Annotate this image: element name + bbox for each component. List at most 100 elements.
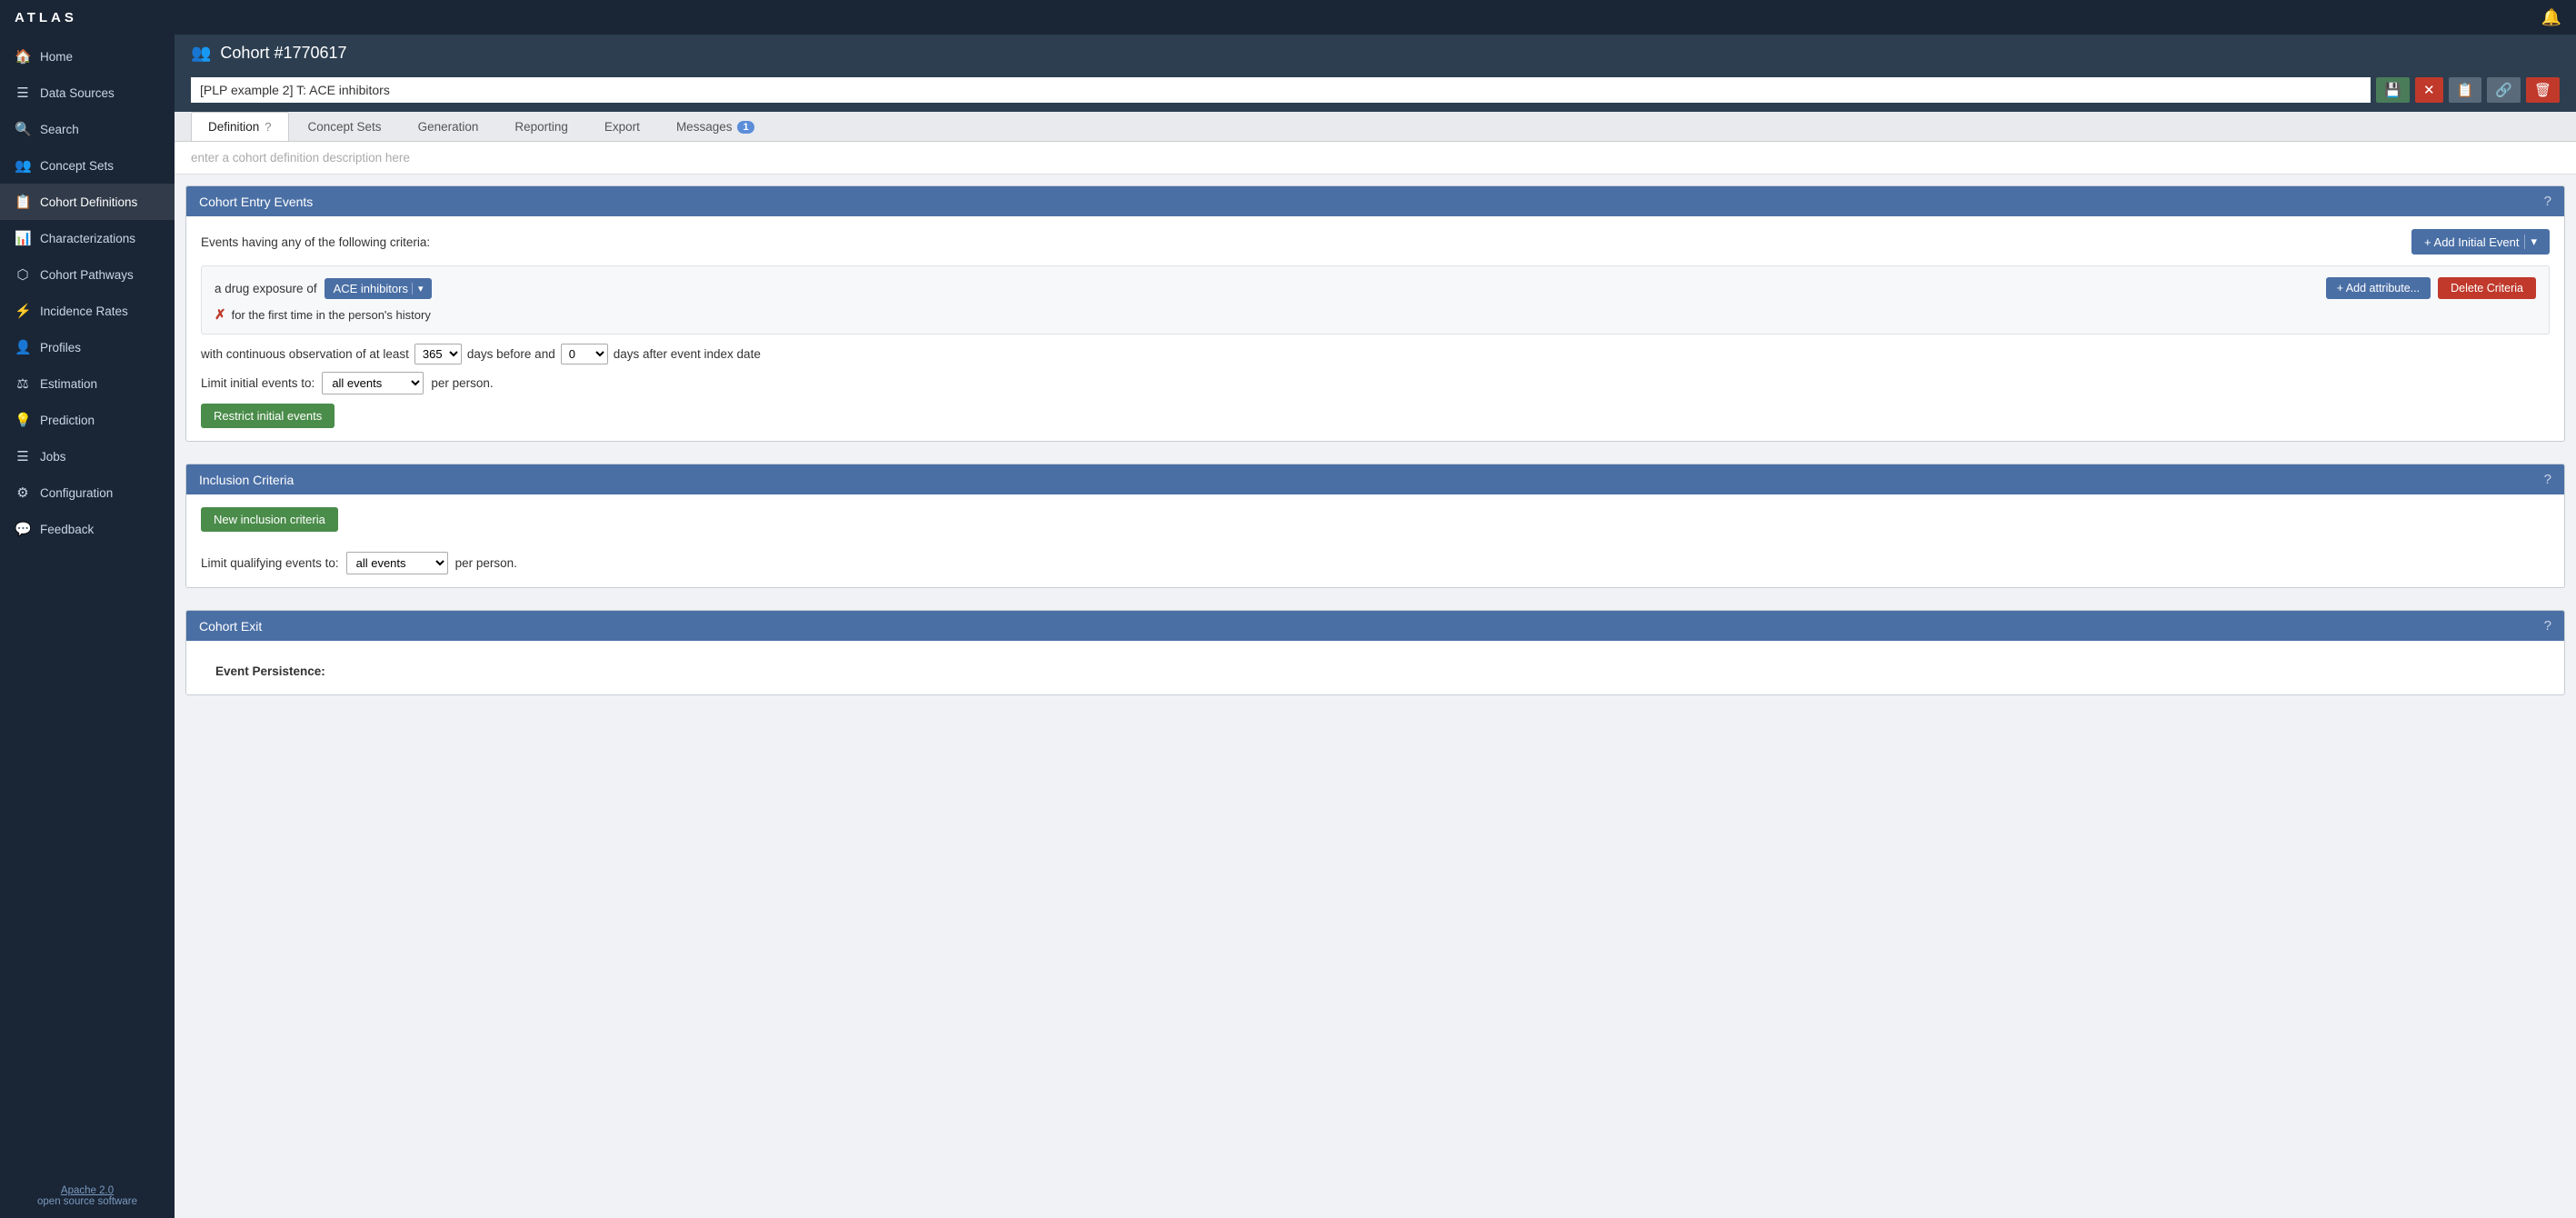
sidebar-label-search: Search	[40, 123, 79, 136]
sidebar-icon-incidence-rates: ⚡	[15, 303, 31, 319]
open-source-label: open source software	[37, 1196, 137, 1207]
cohort-entry-help-icon[interactable]: ?	[2544, 194, 2551, 209]
tabs-bar: Definition?Concept SetsGenerationReporti…	[175, 112, 2576, 142]
concept-tag[interactable]: ACE inhibitors ▾	[324, 278, 433, 299]
sidebar-item-jobs[interactable]: ☰ Jobs	[0, 438, 175, 474]
close-button[interactable]: ✕	[2415, 77, 2443, 103]
atlas-logo: ATLAS	[15, 10, 77, 25]
sidebar-item-prediction[interactable]: 💡Prediction	[0, 402, 175, 438]
sidebar-item-feedback[interactable]: 💬 Feedback	[0, 511, 175, 547]
inclusion-criteria-help-icon[interactable]: ?	[2544, 472, 2551, 487]
description-area[interactable]: enter a cohort definition description he…	[175, 142, 2576, 175]
red-x-icon: ✗	[215, 306, 226, 323]
sidebar-item-data-sources[interactable]: ☰Data Sources	[0, 75, 175, 111]
inclusion-criteria-section: Inclusion Criteria ? New inclusion crite…	[185, 464, 2565, 588]
tab-generation[interactable]: Generation	[401, 112, 496, 141]
cohort-exit-header: Cohort Exit ?	[186, 611, 2564, 641]
sidebar-label-jobs: Jobs	[40, 450, 66, 464]
sidebar-item-search[interactable]: 🔍Search	[0, 111, 175, 147]
sidebar-label-feedback: Feedback	[40, 523, 94, 536]
inclusion-criteria-body: New inclusion criteria Limit qualifying …	[186, 494, 2564, 587]
add-attribute-button[interactable]: + Add attribute...	[2326, 277, 2431, 299]
sidebar-icon-jobs: ☰	[15, 448, 31, 464]
concept-tag-label: ACE inhibitors	[334, 282, 408, 295]
tab-concept-sets[interactable]: Concept Sets	[291, 112, 399, 141]
apache-license-link[interactable]: Apache 2.0	[61, 1185, 114, 1196]
limit-events-select[interactable]: all events earliest event latest event	[322, 372, 424, 394]
add-initial-dropdown-arrow: ▾	[2524, 235, 2537, 249]
new-inclusion-criteria-button[interactable]: New inclusion criteria	[201, 507, 338, 532]
delete-criteria-button[interactable]: Delete Criteria	[2438, 277, 2536, 299]
obs-label-before: with continuous observation of at least	[201, 347, 409, 361]
add-initial-event-button[interactable]: + Add Initial Event ▾	[2411, 229, 2550, 255]
tab-badge-messages: 1	[737, 121, 754, 134]
limit-label: Limit initial events to:	[201, 376, 315, 390]
days-before-select[interactable]: 365 180 0	[414, 344, 462, 364]
qualify-row: Limit qualifying events to: all events e…	[201, 552, 2550, 574]
tab-label-messages: Messages	[676, 120, 733, 134]
observation-row: with continuous observation of at least …	[201, 344, 2550, 364]
sidebar-item-profiles[interactable]: 👤Profiles	[0, 329, 175, 365]
obs-label-after: days after event index date	[614, 347, 761, 361]
tab-export[interactable]: Export	[587, 112, 657, 141]
topbar: ATLAS 🔔	[0, 0, 2576, 35]
sidebar-item-configuration[interactable]: ⚙ Configuration	[0, 474, 175, 511]
tab-help-icon[interactable]: ?	[265, 120, 271, 134]
link-button[interactable]: 🔗	[2487, 77, 2521, 103]
tab-label-definition: Definition	[208, 120, 259, 134]
sidebar-label-characterizations: Characterizations	[40, 232, 135, 245]
limit-row: Limit initial events to: all events earl…	[201, 372, 2550, 394]
tab-messages[interactable]: Messages 1	[659, 112, 772, 141]
criteria-sub-row: ✗ for the first time in the person's his…	[215, 306, 2536, 323]
sidebar-item-concept-sets[interactable]: 👥 Concept Sets	[0, 147, 175, 184]
days-after-select[interactable]: 0 30 365	[561, 344, 608, 364]
concept-tag-dropdown-icon: ▾	[412, 283, 424, 295]
qualify-label: Limit qualifying events to:	[201, 556, 339, 570]
sidebar-label-home: Home	[40, 50, 73, 64]
tab-label-export: Export	[604, 120, 640, 134]
inclusion-criteria-header: Inclusion Criteria ?	[186, 464, 2564, 494]
cohort-name-input[interactable]	[191, 77, 2371, 103]
tab-label-reporting: Reporting	[514, 120, 568, 134]
sidebar-icon-configuration: ⚙	[15, 484, 31, 501]
cohort-entry-section: Cohort Entry Events ? Events having any …	[185, 185, 2565, 442]
sidebar-item-characterizations[interactable]: 📊 Characterizations	[0, 220, 175, 256]
copy-button[interactable]: 📋	[2449, 77, 2482, 103]
sidebar-label-profiles: Profiles	[40, 341, 81, 354]
criteria-description: a drug exposure of ACE inhibitors ▾	[215, 278, 432, 299]
cohort-exit-section: Cohort Exit ? Event Persistence:	[185, 610, 2565, 695]
inclusion-criteria-title: Inclusion Criteria	[199, 473, 294, 487]
sidebar-icon-characterizations: 📊	[15, 230, 31, 246]
notification-bell-icon[interactable]: 🔔	[2541, 8, 2561, 27]
sidebar: 🏠 Home ☰Data Sources🔍Search 👥 Concept Sets 📋C…	[0, 35, 175, 1218]
tab-definition[interactable]: Definition?	[191, 112, 289, 141]
qualify-events-select[interactable]: all events earliest event latest event	[346, 552, 448, 574]
sidebar-label-configuration: Configuration	[40, 486, 113, 500]
sidebar-item-cohort-definitions[interactable]: 📋Cohort Definitions	[0, 184, 175, 220]
sidebar-label-concept-sets: Concept Sets	[40, 159, 114, 173]
sidebar-label-cohort-pathways: Cohort Pathways	[40, 268, 134, 282]
sidebar-item-incidence-rates[interactable]: ⚡ Incidence Rates	[0, 293, 175, 329]
restrict-initial-events-button[interactable]: Restrict initial events	[201, 404, 334, 428]
save-button[interactable]: 💾	[2376, 77, 2410, 103]
tab-reporting[interactable]: Reporting	[497, 112, 585, 141]
sidebar-icon-home: 🏠	[15, 48, 31, 65]
sidebar-item-estimation[interactable]: ⚖Estimation	[0, 365, 175, 402]
events-label: Events having any of the following crite…	[201, 235, 430, 249]
cohort-entry-body: Events having any of the following crite…	[186, 216, 2564, 441]
sidebar-icon-feedback: 💬	[15, 521, 31, 537]
sidebar-icon-concept-sets: 👥	[15, 157, 31, 174]
events-header-row: Events having any of the following crite…	[201, 229, 2550, 255]
criteria-top-row: a drug exposure of ACE inhibitors ▾ + Ad…	[215, 277, 2536, 299]
sidebar-icon-data-sources: ☰	[15, 85, 31, 101]
cohort-entry-header: Cohort Entry Events ?	[186, 186, 2564, 216]
limit-per-person: per person.	[431, 376, 493, 390]
main-content: 👥 Cohort #1770617 💾 ✕ 📋 🔗 🗑 Definition?C…	[175, 35, 2576, 1218]
criteria-prefix: a drug exposure of	[215, 282, 317, 295]
sidebar-label-incidence-rates: Incidence Rates	[40, 304, 128, 318]
cohort-exit-help-icon[interactable]: ?	[2544, 618, 2551, 634]
sidebar-item-home[interactable]: 🏠 Home	[0, 38, 175, 75]
delete-button[interactable]: 🗑	[2526, 77, 2560, 103]
sidebar-label-cohort-definitions: Cohort Definitions	[40, 195, 137, 209]
sidebar-item-cohort-pathways[interactable]: ⬡Cohort Pathways	[0, 256, 175, 293]
